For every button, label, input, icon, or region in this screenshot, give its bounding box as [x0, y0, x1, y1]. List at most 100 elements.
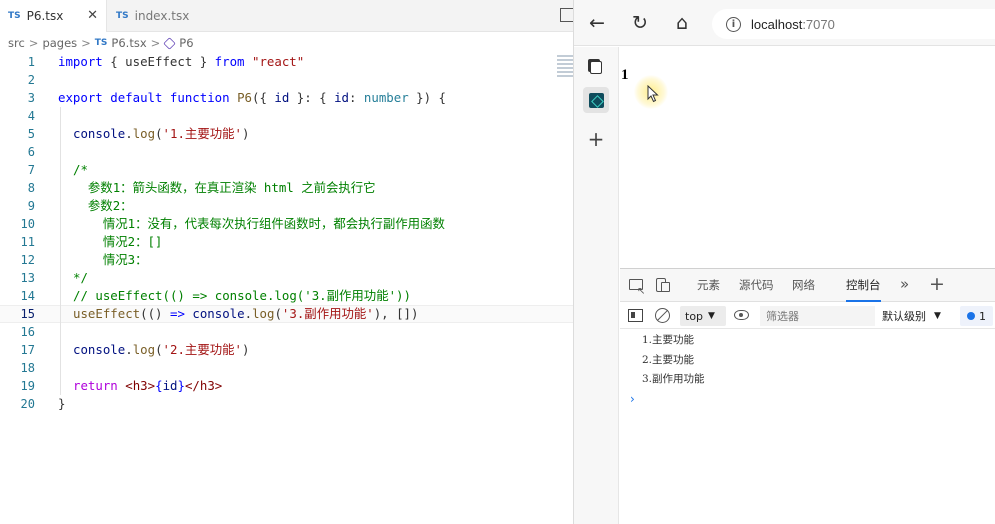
tab-p6-tsx[interactable]: TS P6.tsx ✕ [0, 0, 107, 32]
code-token: 情况1：没有，代表每次执行组件函数时，都会执行副作用函数 [73, 216, 445, 231]
more-tabs-icon[interactable]: » [900, 269, 909, 302]
breadcrumb-file[interactable]: P6.tsx [111, 36, 146, 50]
code-line[interactable]: 6 [0, 143, 573, 161]
page-heading-output: 1 [621, 67, 629, 83]
log-level-value: 默认级别 [882, 310, 926, 323]
code-token: > [214, 378, 223, 393]
code-token: . [244, 306, 253, 321]
line-number: 2 [27, 73, 35, 87]
indent-guide [60, 125, 61, 143]
breadcrumb-symbol[interactable]: P6 [179, 36, 193, 50]
code-token: default [110, 90, 163, 105]
tab-sources[interactable]: 源代码 [739, 269, 774, 302]
code-editor: TS P6.tsx ✕ TS index.tsx src > pages > T… [0, 0, 573, 524]
code-token: console [192, 306, 245, 321]
code-line[interactable]: 5 console.log('1.主要功能') [0, 125, 573, 143]
code-token: console [73, 342, 126, 357]
indent-guide [60, 341, 61, 359]
code-line[interactable]: 10 情况1：没有，代表每次执行组件函数时，都会执行副作用函数 [0, 215, 573, 233]
code-token: 之前会执行它 [293, 180, 376, 195]
line-number: 20 [20, 397, 35, 411]
devtools-icon [588, 92, 604, 108]
console-sidebar-icon[interactable] [628, 309, 643, 322]
reload-button[interactable]: ↻ [627, 10, 653, 36]
code-line[interactable]: 14 // useEffect(() => console.log('3.副作用功… [0, 287, 573, 305]
code-line[interactable]: 1 import { useEffect } from "react" [0, 53, 573, 71]
console-message: 2.主要功能 [642, 353, 695, 366]
issues-badge[interactable]: 1 [960, 306, 993, 326]
breadcrumb-src[interactable]: src [8, 36, 25, 50]
code-token: '1.主要功能' [162, 126, 242, 141]
code-line[interactable]: 13 */ [0, 269, 573, 287]
tab-actions-button[interactable] [583, 55, 609, 81]
context-select[interactable]: top ▼ [680, 306, 726, 326]
add-sidebar-button[interactable]: + [583, 126, 609, 152]
code-token: => [169, 306, 185, 321]
add-tab-icon[interactable]: + [929, 269, 945, 302]
console-prompt[interactable]: › [620, 390, 995, 408]
code-area[interactable]: 1 import { useEffect } from "react" 2 3 expo… [0, 53, 573, 413]
address-port: :7070 [802, 16, 835, 32]
inspect-element-icon[interactable]: ↖ [628, 277, 646, 297]
code-line[interactable]: 12 情况3： [0, 251, 573, 269]
code-token: number [363, 90, 409, 105]
code-token: h3 [199, 378, 215, 393]
code-line[interactable]: 11 情况2：[] [0, 233, 573, 251]
device-emulation-icon[interactable] [654, 277, 672, 295]
code-token: 情况3： [73, 252, 148, 267]
code-line[interactable]: 20} [0, 395, 573, 413]
indent-guide [60, 323, 61, 341]
code-token: import [58, 54, 103, 69]
indent-guide [60, 251, 61, 269]
live-expression-eye-icon[interactable] [734, 310, 749, 320]
home-icon: ⌂ [675, 12, 689, 34]
code-token: ({ [252, 90, 275, 105]
code-line[interactable]: 3 export default function P6({ id }: { id… [0, 89, 573, 107]
code-line[interactable]: 15 useEffect(() => console.log('3.副作用功能')… [0, 305, 573, 323]
code-token: { [155, 378, 163, 393]
code-text: 情况1：没有，代表每次执行组件函数时，都会执行副作用函数 [73, 215, 445, 233]
devtools-sidebar-button[interactable] [583, 87, 609, 113]
log-level-select[interactable]: 默认级别 ▼ [882, 306, 941, 326]
console-filter-input[interactable] [760, 306, 875, 326]
browser-sidebar: + [574, 47, 619, 524]
code-token: ) [241, 342, 250, 357]
code-token: return [73, 378, 118, 393]
code-line[interactable]: 17 console.log('2.主要功能') [0, 341, 573, 359]
code-line[interactable]: 9 参数2： [0, 197, 573, 215]
code-line[interactable]: 2 [0, 71, 573, 89]
code-token: ) [241, 126, 250, 141]
code-text: console.log('2.主要功能') [73, 341, 249, 359]
issue-info-icon [967, 312, 975, 320]
clear-console-icon[interactable] [655, 308, 670, 323]
code-line[interactable]: 8 参数1：箭头函数，在真正渲染 html 之前会执行它 [0, 179, 573, 197]
tab-network[interactable]: 网络 [792, 269, 815, 302]
code-text: 参数2： [73, 197, 133, 215]
devtools-panel: ↖ 元素 源代码 网络 控制台 » + top ▼ 默认级别 ▼ 1 [620, 268, 995, 524]
code-token: < [125, 378, 133, 393]
code-line[interactable]: 19 return <h3>{id}</h3> [0, 377, 573, 395]
code-line[interactable]: 4 [0, 107, 573, 125]
code-token: P6 [237, 90, 252, 105]
code-line[interactable]: 7 /* [0, 161, 573, 179]
code-token: 情况2：[] [73, 234, 163, 249]
site-info-icon[interactable]: i [726, 16, 741, 32]
code-line[interactable]: 18 [0, 359, 573, 377]
tab-elements[interactable]: 元素 [697, 269, 720, 302]
tab-label: index.tsx [134, 9, 190, 23]
address-bar[interactable]: i localhost:7070 [712, 9, 995, 39]
console-message: 1.主要功能 [642, 334, 695, 346]
line-number: 15 [20, 307, 35, 321]
devtools-tab-bar: ↖ 元素 源代码 网络 控制台 » + [620, 269, 995, 302]
code-token: ( [155, 342, 163, 357]
breadcrumb-pages[interactable]: pages [42, 36, 77, 50]
tab-index-tsx[interactable]: TS index.tsx [108, 0, 218, 32]
split-editor-icon[interactable] [560, 8, 573, 22]
tab-console[interactable]: 控制台 [846, 269, 881, 302]
close-icon[interactable]: ✕ [87, 8, 98, 23]
back-button[interactable]: ← [584, 10, 610, 36]
code-line[interactable]: 16 [0, 323, 573, 341]
code-token: ( [274, 306, 282, 321]
line-number: 14 [20, 289, 35, 303]
home-button[interactable]: ⌂ [669, 10, 695, 36]
